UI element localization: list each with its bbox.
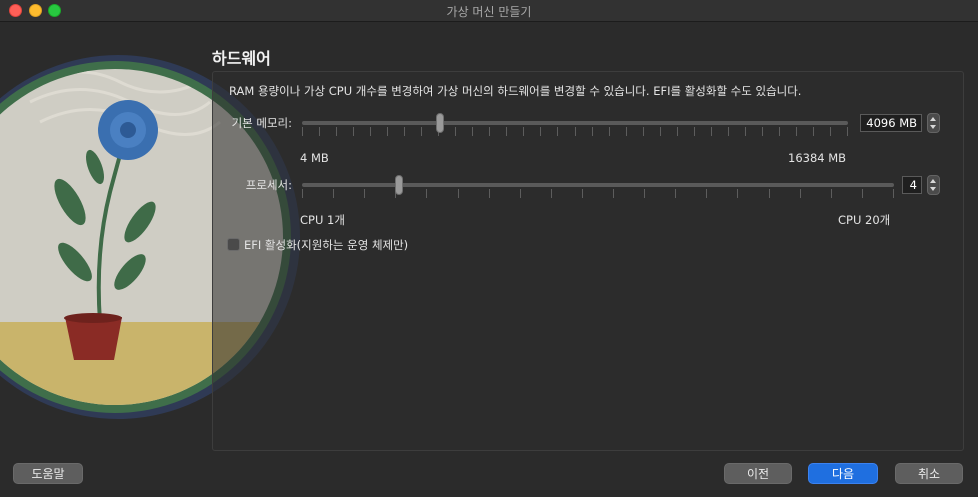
memory-value-input[interactable]: 4096 MB xyxy=(860,114,922,132)
processor-stepper[interactable] xyxy=(927,175,940,195)
slider-tick xyxy=(768,189,770,198)
efi-checkbox[interactable] xyxy=(227,238,240,251)
slider-tick xyxy=(519,189,521,198)
slider-tick xyxy=(829,127,831,136)
processor-label: 프로세서: xyxy=(245,178,292,192)
slider-tick xyxy=(353,127,355,136)
slider-tick xyxy=(644,189,646,198)
slider-tick xyxy=(861,189,863,198)
slider-tick xyxy=(581,189,583,198)
slider-tick xyxy=(591,127,593,136)
cancel-button[interactable]: 취소 xyxy=(895,463,963,484)
memory-stepper[interactable] xyxy=(927,113,940,133)
memory-slider-track[interactable] xyxy=(302,121,848,125)
help-button[interactable]: 도움말 xyxy=(13,463,83,484)
slider-tick xyxy=(319,127,321,136)
memory-slider-thumb[interactable] xyxy=(436,113,444,133)
slider-tick xyxy=(540,127,542,136)
processor-slider-track[interactable] xyxy=(302,183,894,187)
window-title: 가상 머신 만들기 xyxy=(446,5,532,19)
slider-tick xyxy=(744,127,746,136)
slider-tick xyxy=(737,189,739,198)
slider-tick xyxy=(574,127,576,136)
slider-tick xyxy=(642,127,644,136)
slider-tick xyxy=(795,127,797,136)
slider-tick xyxy=(727,127,729,136)
slider-tick xyxy=(706,189,708,198)
section-title: 하드웨어 xyxy=(212,49,271,68)
slider-tick xyxy=(613,189,615,198)
slider-tick xyxy=(333,189,335,198)
processor-slider-thumb[interactable] xyxy=(395,175,403,195)
slider-tick xyxy=(830,189,832,198)
increment-icon[interactable] xyxy=(930,117,936,121)
slider-tick xyxy=(302,127,303,136)
slider-tick xyxy=(336,127,338,136)
back-button[interactable]: 이전 xyxy=(724,463,792,484)
slider-tick xyxy=(370,127,372,136)
slider-tick xyxy=(550,189,552,198)
title-bar: 가상 머신 만들기 xyxy=(0,0,978,22)
efi-checkbox-label[interactable]: EFI 활성화(지원하는 운영 체제만) xyxy=(244,237,408,253)
memory-label: 기본 메모리: xyxy=(231,116,292,130)
slider-tick xyxy=(472,127,474,136)
increment-icon[interactable] xyxy=(930,179,936,183)
slider-tick xyxy=(847,127,848,136)
slider-tick xyxy=(675,189,677,198)
memory-max-label: 16384 MB xyxy=(788,151,847,165)
slider-tick xyxy=(457,189,459,198)
slider-tick xyxy=(659,127,661,136)
slider-tick xyxy=(778,127,780,136)
section-description: RAM 용량이나 가상 CPU 개수를 변경하여 가상 머신의 하드웨어를 변경… xyxy=(229,84,802,98)
slider-tick xyxy=(387,127,389,136)
memory-min-label: 4 MB xyxy=(300,151,329,165)
next-button[interactable]: 다음 xyxy=(808,463,878,484)
slider-tick xyxy=(625,127,627,136)
slider-tick xyxy=(812,127,814,136)
slider-tick xyxy=(426,189,428,198)
slider-tick xyxy=(404,127,406,136)
slider-tick xyxy=(302,189,303,198)
slider-tick xyxy=(488,189,490,198)
processor-max-label: CPU 20개 xyxy=(838,213,891,227)
slider-tick xyxy=(710,127,712,136)
slider-tick xyxy=(676,127,678,136)
decrement-icon[interactable] xyxy=(930,187,936,191)
processor-min-label: CPU 1개 xyxy=(300,213,345,227)
slider-tick xyxy=(799,189,801,198)
slider-tick xyxy=(489,127,491,136)
slider-tick xyxy=(523,127,525,136)
slider-tick xyxy=(421,127,423,136)
slider-tick xyxy=(455,127,457,136)
slider-tick xyxy=(608,127,610,136)
slider-tick xyxy=(364,189,366,198)
slider-tick xyxy=(761,127,763,136)
memory-slider-ticks xyxy=(302,127,848,136)
slider-tick xyxy=(893,189,894,198)
slider-tick xyxy=(693,127,695,136)
slider-tick xyxy=(506,127,508,136)
processor-slider-ticks xyxy=(302,189,894,198)
processor-value-input[interactable]: 4 xyxy=(902,176,922,194)
decrement-icon[interactable] xyxy=(930,125,936,129)
slider-tick xyxy=(557,127,559,136)
